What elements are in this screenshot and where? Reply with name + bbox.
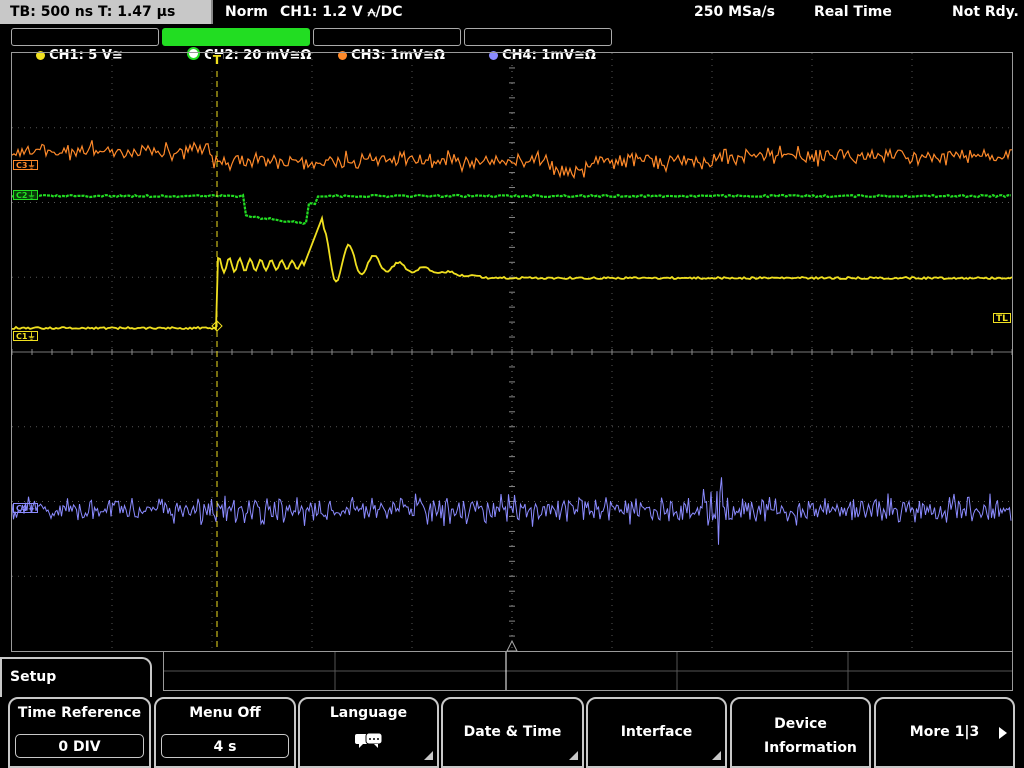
more-label: More 1|3 xyxy=(909,724,980,740)
device-information-label: Device Information xyxy=(764,716,857,756)
channel-bar: CH1: 5 V≅ CH2: 20 mV≅Ω CH3: 1mV≅Ω CH4: 1… xyxy=(0,26,1024,63)
menu-off-value[interactable]: 4 s xyxy=(161,734,289,758)
channel-1-tab[interactable]: CH1: 5 V≅ xyxy=(11,28,159,63)
waveform-canvas xyxy=(12,53,1012,651)
channel-4-trace xyxy=(12,477,1012,545)
trigger-position-marker[interactable]: T xyxy=(211,54,223,68)
channel-3-tab[interactable]: CH3: 1mV≅Ω xyxy=(313,28,461,63)
channel-1-trace xyxy=(12,214,1012,331)
menu-title: Setup xyxy=(0,657,152,697)
sample-rate: 250 MSa/s xyxy=(694,4,776,20)
channel-4-tab[interactable]: CH4: 1mV≅Ω xyxy=(464,28,612,63)
language-label: Language xyxy=(329,705,408,721)
trigger-mode[interactable]: Norm xyxy=(225,0,268,24)
time-reference-marker xyxy=(506,639,518,651)
speech-bubbles-icon xyxy=(355,732,383,748)
date-time-softkey[interactable]: Date & Time xyxy=(441,697,584,768)
time-reference-label: Time Reference xyxy=(17,705,142,721)
language-softkey[interactable]: Language xyxy=(298,697,439,768)
more-softkey[interactable]: More 1|3 xyxy=(874,697,1015,768)
menu-off-label: Menu Off xyxy=(189,705,261,721)
time-reference-value[interactable]: 0 DIV xyxy=(15,734,144,758)
info-strip-grid xyxy=(164,652,1012,690)
channel-2-tab[interactable]: CH2: 20 mV≅Ω xyxy=(162,28,311,63)
submenu-indicator-icon xyxy=(424,751,433,760)
channel-1-offset-marker[interactable]: C1⏚ xyxy=(13,331,39,341)
menu-off-softkey[interactable]: Menu Off 4 s xyxy=(154,697,296,768)
trigger-readout[interactable]: CH1: 1.2 V ⩜/DC xyxy=(280,0,403,24)
next-page-arrow-icon xyxy=(999,727,1007,739)
channel-3-trace xyxy=(12,140,1012,180)
info-strip xyxy=(163,651,1013,691)
trigger-level-marker[interactable]: TL xyxy=(993,313,1011,324)
status-bar: TB: 500 ns T: 1.47 µs Norm CH1: 1.2 V ⩜/… xyxy=(0,0,1024,24)
interface-softkey[interactable]: Interface xyxy=(586,697,727,768)
acquisition-state: Not Rdy. xyxy=(952,4,1019,20)
submenu-indicator-icon xyxy=(712,751,721,760)
submenu-indicator-icon xyxy=(569,751,578,760)
device-information-softkey[interactable]: Device Information xyxy=(730,697,871,768)
channel-2-offset-marker[interactable]: C2⏚ xyxy=(13,190,39,200)
acquisition-mode: Real Time xyxy=(814,4,892,20)
interface-label: Interface xyxy=(620,724,693,740)
trigger-position-label: T xyxy=(212,53,222,67)
timebase-readout[interactable]: TB: 500 ns T: 1.47 µs xyxy=(0,0,213,24)
time-reference-softkey[interactable]: Time Reference 0 DIV xyxy=(8,697,151,768)
channel-3-offset-marker[interactable]: C3⏚ xyxy=(13,160,39,170)
waveform-display[interactable] xyxy=(11,52,1013,652)
date-time-label: Date & Time xyxy=(463,724,562,740)
channel-4-offset-marker[interactable]: C4⏚ xyxy=(13,503,39,513)
